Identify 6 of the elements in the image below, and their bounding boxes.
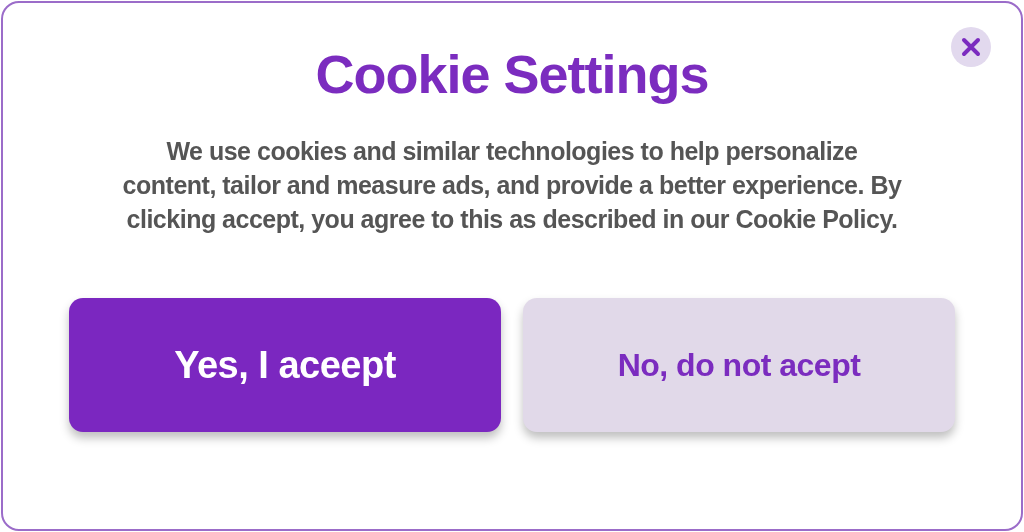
- close-icon: [961, 37, 981, 57]
- decline-button[interactable]: No, do not acept: [523, 298, 955, 433]
- dialog-title: Cookie Settings: [315, 45, 709, 105]
- close-button[interactable]: [951, 27, 991, 67]
- accept-button[interactable]: Yes, I aceept: [69, 298, 501, 433]
- dialog-message: We use cookies and similar technologies to help personalize content, tailor and measure ads, and provide a better experience. By clicking accept, you agree to this as described in our Cookie Policy.: [122, 136, 902, 236]
